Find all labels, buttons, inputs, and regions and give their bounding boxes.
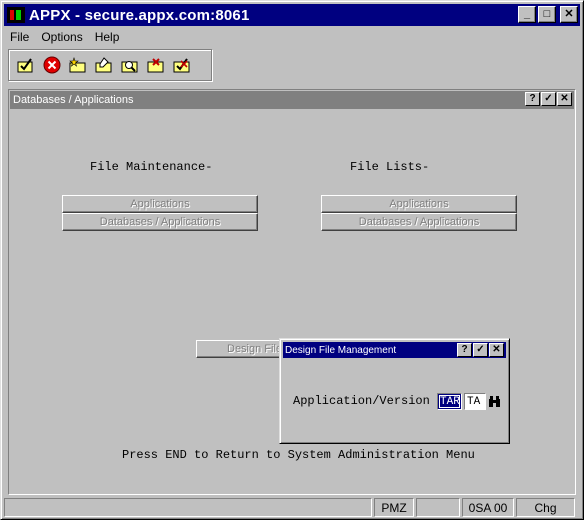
window-controls: _ □ ✕: [518, 6, 578, 23]
list-applications-button[interactable]: Applications: [321, 195, 517, 213]
minimize-button[interactable]: _: [518, 6, 536, 23]
menu-bar: File Options Help: [4, 27, 580, 47]
close-button[interactable]: ✕: [560, 6, 578, 23]
status-panel-pmz: PMZ: [374, 498, 414, 517]
status-panel-message: [4, 498, 372, 517]
title-bar[interactable]: APPX - secure.appx.com:8061 _ □ ✕: [4, 4, 580, 26]
child-close-button[interactable]: ✕: [557, 92, 572, 106]
stop-icon[interactable]: [42, 55, 62, 75]
status-panel-blank: [416, 498, 460, 517]
version-field[interactable]: TA: [464, 393, 486, 410]
child-window-title: Databases / Applications: [13, 94, 134, 106]
status-panel-mode: Chg: [516, 498, 575, 517]
status-bar: PMZ 0SA 00 Chg: [4, 498, 581, 518]
dialog-ok-button[interactable]: ✓: [473, 343, 488, 357]
file-maintenance-heading: File Maintenance-: [90, 160, 213, 174]
check-folder-icon[interactable]: [16, 55, 36, 75]
check-delete-folder-icon[interactable]: [172, 55, 192, 75]
status-panel-session: 0SA 00: [462, 498, 514, 517]
file-lists-heading: File Lists-: [350, 160, 430, 174]
dialog-title: Design File Management: [285, 344, 397, 356]
dialog-help-button[interactable]: ?: [457, 343, 472, 357]
menu-options[interactable]: Options: [35, 30, 88, 44]
help-button[interactable]: ?: [525, 92, 540, 106]
main-window: APPX - secure.appx.com:8061 _ □ ✕ File O…: [0, 0, 584, 520]
ok-button[interactable]: ✓: [541, 92, 556, 106]
maximize-button[interactable]: □: [538, 6, 556, 23]
list-databases-applications-button[interactable]: Databases / Applications: [321, 213, 517, 231]
binoculars-icon[interactable]: [487, 394, 501, 409]
dialog-controls: ? ✓ ✕: [457, 343, 504, 357]
search-folder-icon[interactable]: [120, 55, 140, 75]
design-file-dialog: Design File Management ? ✓ ✕ Application…: [279, 338, 510, 444]
application-field[interactable]: TAR: [437, 393, 462, 410]
appx-logo-icon: [7, 7, 25, 23]
window-title: APPX - secure.appx.com:8061: [29, 6, 250, 24]
edit-folder-icon[interactable]: [94, 55, 114, 75]
dialog-close-button[interactable]: ✕: [489, 343, 504, 357]
menu-file[interactable]: File: [4, 30, 35, 44]
child-window-controls: ? ✓ ✕: [525, 92, 572, 106]
menu-help[interactable]: Help: [89, 30, 126, 44]
maintenance-applications-button[interactable]: Applications: [62, 195, 258, 213]
application-version-label: Application/Version: [293, 394, 430, 408]
star-folder-icon[interactable]: [68, 55, 88, 75]
delete-folder-icon[interactable]: [146, 55, 166, 75]
design-file-button[interactable]: Design File: [196, 340, 288, 358]
footer-instruction: Press END to Return to System Administra…: [122, 448, 475, 462]
maintenance-databases-applications-button[interactable]: Databases / Applications: [62, 213, 258, 231]
child-title-bar[interactable]: Databases / Applications ? ✓ ✕: [10, 91, 574, 109]
dialog-title-bar[interactable]: Design File Management ? ✓ ✕: [283, 342, 506, 358]
toolbar: [8, 49, 212, 81]
